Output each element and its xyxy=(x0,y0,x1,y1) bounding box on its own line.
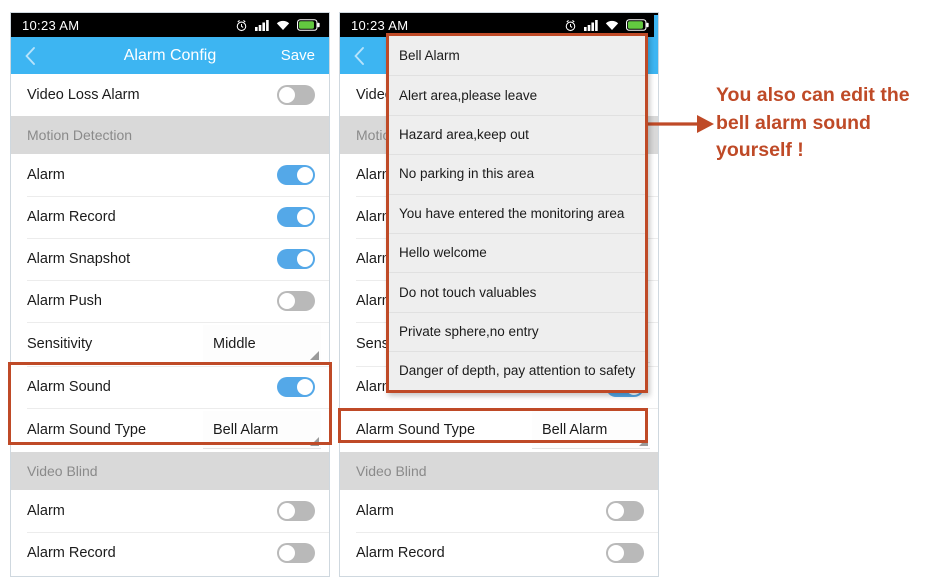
list-item[interactable]: Alarm Sound Type Bell Alarm xyxy=(11,408,329,452)
list-item[interactable]: Alarm xyxy=(11,154,329,196)
chevron-left-icon[interactable] xyxy=(352,46,366,66)
toggle-alarm-record[interactable] xyxy=(277,207,315,227)
wifi-icon xyxy=(276,20,290,30)
toggle-blind-alarm-record[interactable] xyxy=(277,543,315,563)
status-icons xyxy=(564,19,649,32)
row-label: Alarm Record xyxy=(27,209,116,225)
select-alarm-sound-type[interactable]: Bell Alarm xyxy=(203,411,321,449)
row-control xyxy=(277,291,315,311)
settings-list-left: Video Loss Alarm Motion Detection Alarm … xyxy=(11,74,329,574)
row-label: Alarm Record xyxy=(27,545,116,561)
status-time: 10:23 AM xyxy=(22,17,80,33)
list-item[interactable]: Alarm Record xyxy=(11,196,329,238)
list-item[interactable]: Alarm Record xyxy=(340,532,658,574)
dropdown-option[interactable]: Do not touch valuables xyxy=(389,272,645,311)
select-alarm-sound-type[interactable]: Bell Alarm xyxy=(532,411,650,449)
row-control xyxy=(277,207,315,227)
app-header-bar: Alarm Config Save xyxy=(11,37,329,74)
status-icons xyxy=(235,19,320,32)
select-value: Bell Alarm xyxy=(213,421,279,438)
alarm-sound-type-dropdown[interactable]: Bell Alarm Alert area,please leave Hazar… xyxy=(386,33,648,393)
dropdown-option[interactable]: You have entered the monitoring area xyxy=(389,193,645,233)
row-control: Bell Alarm xyxy=(203,411,321,449)
dropdown-option[interactable]: Danger of depth, pay attention to safety xyxy=(389,351,645,390)
chevron-down-icon xyxy=(310,351,319,360)
screenshot-stage: 10:23 AM Alarm Config Save Video Loss Al… xyxy=(0,0,950,577)
select-value: Bell Alarm xyxy=(542,421,608,438)
row-control: Bell Alarm xyxy=(532,411,650,449)
dropdown-option[interactable]: Private sphere,no entry xyxy=(389,311,645,351)
group-header-video-blind: Video Blind xyxy=(340,452,658,490)
row-label: Alarm xyxy=(27,503,65,519)
toggle-alarm-snapshot[interactable] xyxy=(277,249,315,269)
annotation-text: You also can edit the bell alarm sound y… xyxy=(716,84,910,162)
row-label: Alarm Snapshot xyxy=(27,251,131,267)
row-label: Alarm xyxy=(27,167,65,183)
alarm-clock-icon xyxy=(236,19,247,31)
battery-icon xyxy=(297,19,320,31)
dropdown-option[interactable]: No parking in this area xyxy=(389,154,645,193)
row-label: Alarm Push xyxy=(27,293,102,309)
list-item[interactable]: Alarm Sound Type Bell Alarm xyxy=(340,408,658,452)
list-item[interactable]: Alarm Record xyxy=(11,532,329,574)
row-label: Sensitivity xyxy=(27,336,93,352)
row-control xyxy=(277,165,315,185)
row-control: Middle xyxy=(203,325,321,363)
row-control xyxy=(277,85,315,105)
list-item[interactable]: Alarm xyxy=(11,490,329,532)
save-button[interactable]: Save xyxy=(281,47,315,64)
dropdown-option[interactable]: Bell Alarm xyxy=(389,36,645,75)
list-item[interactable]: Video Loss Alarm xyxy=(11,74,329,116)
status-time: 10:23 AM xyxy=(351,17,409,33)
list-item[interactable]: Alarm Sound xyxy=(11,366,329,408)
select-value: Middle xyxy=(213,335,256,352)
scrollbar-thumb[interactable] xyxy=(654,15,658,67)
list-item[interactable]: Alarm Push xyxy=(11,280,329,322)
group-header-video-blind: Video Blind xyxy=(11,452,329,490)
list-item[interactable]: Alarm Snapshot xyxy=(11,238,329,280)
alarm-clock-icon xyxy=(565,19,576,31)
toggle-blind-alarm[interactable] xyxy=(606,501,644,521)
toggle-motion-alarm[interactable] xyxy=(277,165,315,185)
row-label: Alarm Sound Type xyxy=(27,422,147,438)
status-bar: 10:23 AM xyxy=(11,13,329,37)
row-control xyxy=(277,501,315,521)
row-label: Alarm Sound Type xyxy=(356,422,476,438)
toggle-blind-alarm-record[interactable] xyxy=(606,543,644,563)
chevron-down-icon xyxy=(639,437,648,446)
dropdown-option[interactable]: Hazard area,keep out xyxy=(389,114,645,154)
row-label: Alarm xyxy=(356,503,394,519)
dropdown-option[interactable]: Hello welcome xyxy=(389,232,645,272)
toggle-alarm-push[interactable] xyxy=(277,291,315,311)
toggle-video-loss-alarm[interactable] xyxy=(277,85,315,105)
select-sensitivity[interactable]: Middle xyxy=(203,325,321,363)
row-control xyxy=(277,249,315,269)
row-label: Alarm Sound xyxy=(27,379,111,395)
phone-screen-left: 10:23 AM Alarm Config Save Video Loss Al… xyxy=(10,12,330,577)
battery-icon xyxy=(626,19,649,31)
toggle-alarm-sound[interactable] xyxy=(277,377,315,397)
wifi-icon xyxy=(605,20,619,30)
row-label: Alarm Record xyxy=(356,545,445,561)
row-control xyxy=(606,543,644,563)
signal-bars-icon xyxy=(255,20,269,31)
signal-bars-icon xyxy=(584,20,598,31)
toggle-blind-alarm[interactable] xyxy=(277,501,315,521)
row-control xyxy=(277,543,315,563)
row-label: Video Loss Alarm xyxy=(27,87,140,103)
chevron-down-icon xyxy=(310,437,319,446)
list-item[interactable]: Sensitivity Middle xyxy=(11,322,329,366)
list-item[interactable]: Alarm xyxy=(340,490,658,532)
row-control xyxy=(606,501,644,521)
group-header-motion-detection: Motion Detection xyxy=(11,116,329,154)
dropdown-option[interactable]: Alert area,please leave xyxy=(389,75,645,114)
arrow-right-icon xyxy=(643,110,714,138)
row-control xyxy=(277,377,315,397)
